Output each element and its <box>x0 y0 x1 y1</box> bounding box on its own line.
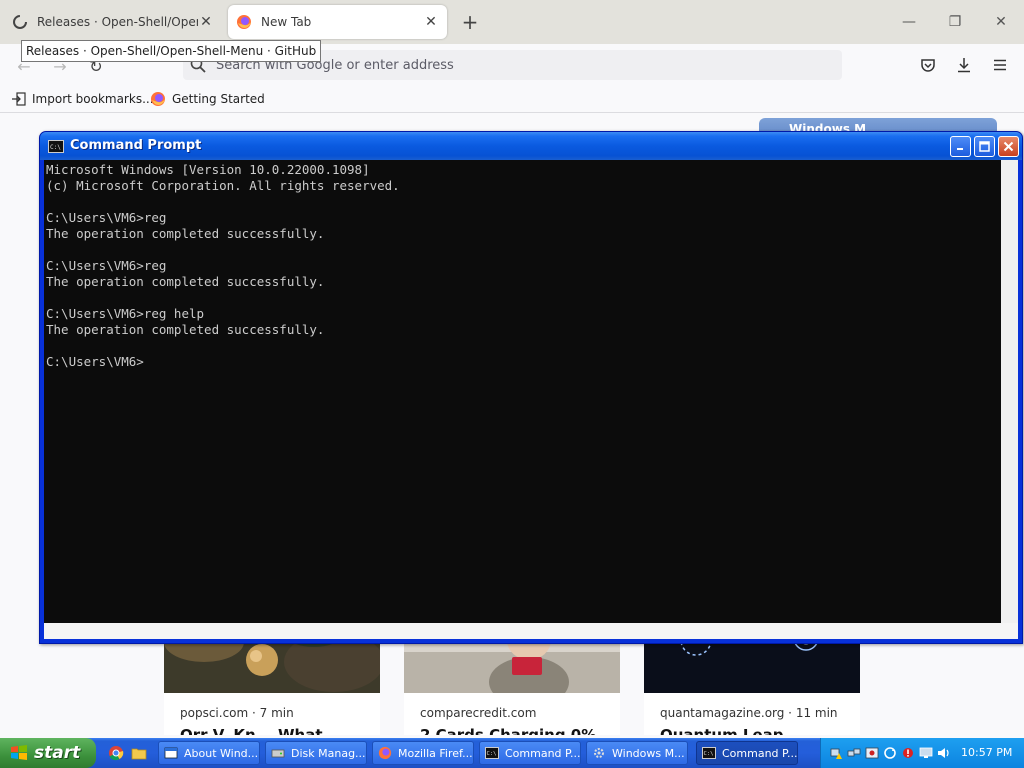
taskbar-item-label: Command P... <box>722 746 798 760</box>
chrome-icon[interactable] <box>108 745 124 761</box>
console-line: C:\Users\VM6>reg <box>46 210 167 225</box>
disk-icon <box>271 749 285 758</box>
start-button[interactable]: start <box>0 738 96 768</box>
close-tab-icon[interactable]: ✕ <box>423 14 439 30</box>
taskbar-item-label: Disk Manag... <box>291 746 366 760</box>
bookmark-import[interactable]: Import bookmarks... <box>12 90 154 108</box>
start-label: start <box>34 743 81 763</box>
taskbar-item-label: Command P... <box>505 746 581 760</box>
network-warning-icon[interactable] <box>829 746 843 760</box>
cmd-icon: C:\ <box>485 747 499 759</box>
taskbar-item-firefox[interactable]: Mozilla Firef... <box>372 741 474 765</box>
menu-icon[interactable] <box>987 53 1013 77</box>
firefox-icon <box>151 92 165 106</box>
console-line: The operation completed successfully. <box>46 274 325 289</box>
minimize-button[interactable] <box>950 136 971 157</box>
story-source: popsci.com · 7 min <box>180 706 294 720</box>
maximize-button[interactable] <box>974 136 995 157</box>
close-window-icon[interactable]: ✕ <box>986 8 1016 36</box>
taskbar-item-about-windows[interactable]: About Wind... <box>158 741 260 765</box>
bookmarks-toolbar: Import bookmarks... Getting Started <box>0 86 1024 113</box>
taskbar-item-command-prompt-active[interactable]: C:\ Command P... <box>696 741 798 765</box>
security-icon[interactable] <box>865 746 879 760</box>
import-icon <box>12 92 26 106</box>
taskbar-clock[interactable]: 10:57 PM <box>961 746 1012 759</box>
console-line: The operation completed successfully. <box>46 226 325 241</box>
console-line: C:\Users\VM6>reg <box>46 258 167 273</box>
loading-icon <box>13 15 27 29</box>
taskbar-item-label: About Wind... <box>184 746 259 760</box>
console-output[interactable]: Microsoft Windows [Version 10.0.22000.10… <box>44 160 1001 623</box>
console-line: Microsoft Windows [Version 10.0.22000.10… <box>46 162 370 177</box>
story-headline: Quantum Leap... <box>660 726 801 735</box>
gear-icon <box>594 748 604 758</box>
console-line: The operation completed successfully. <box>46 322 325 337</box>
system-tray: 10:57 PM <box>820 738 1024 768</box>
window-icon <box>164 747 178 759</box>
cmd-icon: C:\ <box>702 747 716 759</box>
console-line: C:\Users\VM6>reg help <box>46 306 205 321</box>
svg-text:C:\: C:\ <box>704 751 714 757</box>
cmd-titlebar[interactable]: C:\ Command Prompt <box>40 132 1022 160</box>
console-line: C:\Users\VM6> <box>46 354 144 369</box>
volume-icon[interactable] <box>937 746 951 760</box>
cmd-client-area: Microsoft Windows [Version 10.0.22000.10… <box>44 160 1018 639</box>
close-tab-icon[interactable]: ✕ <box>198 14 214 30</box>
cmd-icon: C:\ <box>48 140 64 153</box>
update-icon[interactable] <box>883 746 897 760</box>
maximize-icon <box>979 141 990 152</box>
close-icon <box>1003 141 1014 152</box>
firefox-icon <box>378 746 392 760</box>
tab-title: Releases · Open-Shell/Open-Shell-Menu · … <box>37 15 198 29</box>
story-headline: 2 Cards Charging 0% <box>420 726 597 735</box>
new-tab-button[interactable]: + <box>458 10 482 34</box>
story-source: quantamagazine.org · 11 min <box>660 706 838 720</box>
tab-tooltip: Releases · Open-Shell/Open-Shell-Menu · … <box>21 40 322 62</box>
tab-strip: Releases · Open-Shell/Open-Shell-Menu · … <box>0 0 1024 44</box>
tab-releases[interactable]: Releases · Open-Shell/Open-Shell-Menu · … <box>4 5 222 39</box>
restore-icon[interactable]: ❐ <box>940 8 970 36</box>
minimize-icon <box>957 148 963 150</box>
command-prompt-window[interactable]: C:\ Command Prompt Microsoft Windows [Ve… <box>39 131 1023 644</box>
bookmark-label: Getting Started <box>172 92 265 106</box>
pocket-icon[interactable] <box>915 53 941 77</box>
windows-logo-icon <box>11 745 27 760</box>
taskbar: start About Wind... Disk Manag... Mozill… <box>0 738 1024 768</box>
taskbar-item-command-prompt[interactable]: C:\ Command P... <box>479 741 581 765</box>
taskbar-item-label: Mozilla Firef... <box>398 746 473 760</box>
cmd-title: Command Prompt <box>70 138 202 153</box>
taskbar-item-label: Windows M... <box>612 746 685 760</box>
story-source: comparecredit.com <box>420 706 537 720</box>
story-headline: Orr V. Kn... What <box>180 726 323 735</box>
console-scrollbar[interactable] <box>1001 160 1018 623</box>
bookmark-label: Import bookmarks... <box>32 92 154 106</box>
bookmark-getting-started[interactable]: Getting Started <box>150 90 265 108</box>
svg-text:C:\: C:\ <box>50 144 61 151</box>
console-line: (c) Microsoft Corporation. All rights re… <box>46 178 400 193</box>
alert-icon[interactable] <box>901 746 915 760</box>
downloads-icon[interactable] <box>951 53 977 77</box>
close-button[interactable] <box>998 136 1019 157</box>
tab-title: New Tab <box>261 15 312 29</box>
taskbar-item-disk-management[interactable]: Disk Manag... <box>265 741 367 765</box>
svg-text:C:\: C:\ <box>487 751 497 757</box>
network-icon[interactable] <box>847 746 861 760</box>
display-icon[interactable] <box>919 746 933 760</box>
folder-icon[interactable] <box>131 745 147 761</box>
minimize-icon[interactable]: — <box>894 8 924 36</box>
taskbar-item-windows-m[interactable]: Windows M... <box>586 741 688 765</box>
tab-new-tab[interactable]: New Tab ✕ <box>228 5 447 39</box>
firefox-icon <box>237 15 251 29</box>
